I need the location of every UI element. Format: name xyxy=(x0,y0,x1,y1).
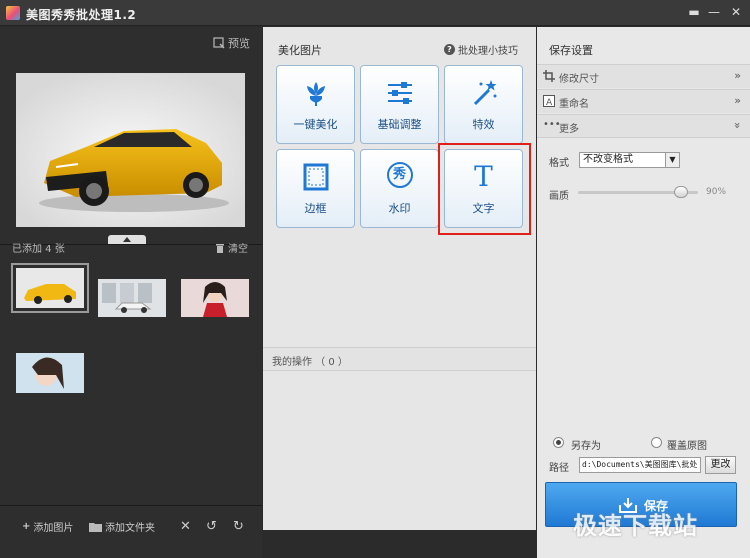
delete-icon[interactable]: ✕ xyxy=(180,519,191,534)
basic-adjust-tile[interactable]: 基础调整 xyxy=(360,65,439,144)
operations-label: 我的操作 （ 0 ） xyxy=(272,357,348,368)
add-image-button[interactable]: + 添加图片 xyxy=(22,519,73,534)
tile-label: 边框 xyxy=(304,202,327,215)
tile-label: 水印 xyxy=(388,202,411,215)
preview-icon xyxy=(213,37,225,49)
thumbnail-car-showroom[interactable] xyxy=(98,279,166,317)
save-settings-title: 保存设置 xyxy=(549,44,593,57)
preview-button[interactable]: 预览 xyxy=(213,35,250,51)
plus-icon: + xyxy=(22,521,31,532)
chevron-down-icon: » xyxy=(731,122,745,129)
rename-section[interactable]: A 重命名 » xyxy=(537,89,750,113)
sliders-icon xyxy=(387,82,412,104)
more-section[interactable]: ••• 更多 » xyxy=(537,114,750,138)
resize-label: 修改尺寸 xyxy=(559,74,599,85)
overwrite-radio[interactable] xyxy=(651,437,662,448)
app-icon xyxy=(6,6,20,20)
more-label: 更多 xyxy=(559,124,579,135)
change-path-button[interactable]: 更改 xyxy=(705,456,736,474)
site-watermark: 极速下载站 xyxy=(573,512,698,540)
added-count: 已添加 4 张 xyxy=(12,244,65,255)
quality-slider-handle[interactable] xyxy=(674,186,688,198)
beautify-panel: 美化图片 ? 批处理小技巧 一键美化 基础调整 特效 边框 秀 水印 T 文字 … xyxy=(263,27,536,530)
watermark-tile[interactable]: 秀 水印 xyxy=(360,149,439,228)
minimize-icon[interactable]: ▬ xyxy=(686,5,702,21)
tile-label: 一键美化 xyxy=(293,118,338,131)
tips-link[interactable]: ? 批处理小技巧 xyxy=(444,42,518,57)
add-image-label: 添加图片 xyxy=(33,523,74,534)
bottom-toolbar: + 添加图片 添加文件夹 ✕ ↺ ↻ xyxy=(0,505,262,558)
rotate-right-icon[interactable]: ↻ xyxy=(233,519,244,534)
title-bar: 美图秀秀批处理1.2 ▬ — ✕ xyxy=(0,0,750,26)
chevron-down-icon: ▼ xyxy=(665,153,679,167)
tile-label: 特效 xyxy=(472,118,495,131)
thumbnail-car-yellow[interactable] xyxy=(11,263,89,313)
add-folder-button[interactable]: 添加文件夹 xyxy=(89,519,155,534)
preview-image xyxy=(16,73,245,227)
tile-label: 基础调整 xyxy=(377,118,422,131)
crop-icon xyxy=(543,70,555,82)
more-dots-icon: ••• xyxy=(543,119,561,130)
format-label: 格式 xyxy=(549,158,569,169)
tips-label: 批处理小技巧 xyxy=(458,46,518,57)
save-settings-panel: 保存设置 修改尺寸 » A 重命名 » ••• 更多 » 格式 不改变格式 ▼ … xyxy=(537,27,750,558)
save-as-radio[interactable] xyxy=(553,437,564,448)
frame-tile[interactable]: 边框 xyxy=(276,149,355,228)
resize-section[interactable]: 修改尺寸 » xyxy=(537,64,750,88)
thumbnail-woman-portrait[interactable] xyxy=(16,353,84,393)
operations-bar: 我的操作 （ 0 ） xyxy=(263,347,536,371)
format-select[interactable]: 不改变格式 ▼ xyxy=(579,152,680,168)
rename-label: 重命名 xyxy=(559,99,589,110)
format-value: 不改变格式 xyxy=(583,154,633,165)
quality-value: 90% xyxy=(706,187,727,197)
rename-icon: A xyxy=(543,95,555,107)
beautify-title: 美化图片 xyxy=(278,44,322,57)
text-tile-highlight xyxy=(438,143,531,235)
svg-text:A: A xyxy=(546,98,553,107)
close-icon[interactable]: ✕ xyxy=(728,5,744,21)
overwrite-label: 覆盖原图 xyxy=(667,441,707,452)
rotate-left-icon[interactable]: ↺ xyxy=(206,519,217,534)
left-panel: 预览 已添加 4 张 清空 + 添加图片 添加文件夹 ✕ ↺ ↻ xyxy=(0,27,262,558)
minimize-button[interactable]: — xyxy=(706,5,722,21)
folder-icon xyxy=(89,522,102,532)
path-label: 路径 xyxy=(549,463,569,474)
one-click-beautify-tile[interactable]: 一键美化 xyxy=(276,65,355,144)
add-folder-label: 添加文件夹 xyxy=(105,523,155,534)
flower-icon xyxy=(306,82,325,106)
chevron-right-icon: » xyxy=(734,69,741,82)
frame-icon xyxy=(303,163,328,191)
chevron-right-icon: » xyxy=(734,94,741,107)
trash-icon xyxy=(216,244,224,253)
magic-wand-icon xyxy=(473,80,496,106)
clear-button[interactable]: 清空 xyxy=(215,240,248,255)
thumbnail-woman-red[interactable] xyxy=(181,279,249,317)
clear-label: 清空 xyxy=(228,244,248,255)
watermark-icon: 秀 xyxy=(386,162,413,188)
save-as-label: 另存为 xyxy=(571,441,601,452)
effects-tile[interactable]: 特效 xyxy=(444,65,523,144)
preview-label: 预览 xyxy=(228,37,250,50)
path-field[interactable]: d:\Documents\美图图库\批处 xyxy=(579,457,701,473)
window-title: 美图秀秀批处理1.2 xyxy=(26,8,137,22)
help-icon: ? xyxy=(444,44,455,55)
quality-label: 画质 xyxy=(549,191,569,202)
